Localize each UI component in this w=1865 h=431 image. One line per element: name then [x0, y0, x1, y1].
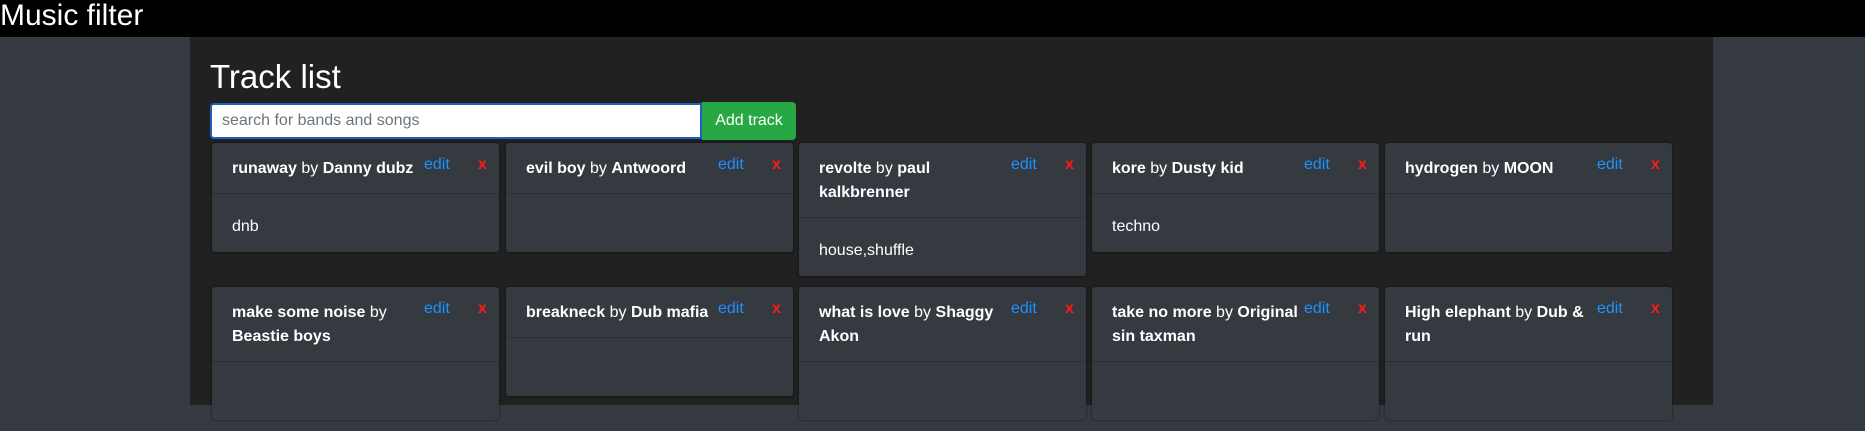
track-artist: MOON: [1503, 160, 1554, 177]
edit-link[interactable]: edit: [1597, 153, 1623, 177]
track-title: kore: [1112, 160, 1146, 177]
track-tags: dnb: [212, 193, 499, 252]
track-title: breakneck: [526, 304, 606, 321]
track-tags: [1092, 361, 1379, 420]
track-tags: house,shuffle: [799, 217, 1086, 276]
edit-link[interactable]: edit: [1011, 153, 1037, 177]
delete-button[interactable]: x: [1358, 297, 1367, 321]
page-title: Track list: [210, 58, 341, 95]
track-grid: runaway by Danny dubz edit x dnb evil bo…: [212, 143, 1672, 431]
track-card: evil boy by Antwoord edit x: [506, 143, 793, 252]
track-tags: [212, 361, 499, 420]
track-card: runaway by Danny dubz edit x dnb: [212, 143, 499, 252]
track-title: High elephant: [1405, 304, 1511, 321]
track-artist: Antwoord: [611, 160, 687, 177]
search-row: Add track: [210, 102, 796, 140]
track-header: kore by Dusty kid edit x: [1092, 143, 1379, 193]
by-word: by: [875, 160, 893, 177]
track-artist: Dub mafia: [630, 304, 709, 321]
track-header: revolte by paul kalkbrenner edit x: [799, 143, 1086, 217]
track-title: evil boy: [526, 160, 586, 177]
track-header: High elephant by Dub & run edit x: [1385, 287, 1672, 361]
edit-link[interactable]: edit: [1304, 153, 1330, 177]
by-word: by: [1216, 304, 1233, 321]
by-word: by: [1150, 160, 1168, 177]
track-list-panel: Track list Add track runaway by Danny du…: [190, 37, 1713, 420]
by-word: by: [609, 304, 627, 321]
delete-button[interactable]: x: [1065, 153, 1074, 177]
track-header: take no more by Original sin taxman edit…: [1092, 287, 1379, 361]
delete-button[interactable]: x: [1651, 297, 1660, 321]
by-word: by: [914, 304, 932, 321]
track-header: evil boy by Antwoord edit x: [506, 143, 793, 193]
track-row: make some noise by Beastie boys edit x b…: [212, 287, 1672, 431]
track-tags: techno: [1092, 193, 1379, 252]
edit-link[interactable]: edit: [424, 153, 450, 177]
delete-button[interactable]: x: [772, 297, 781, 321]
by-word: by: [369, 304, 387, 321]
track-row: runaway by Danny dubz edit x dnb evil bo…: [212, 143, 1672, 287]
search-input[interactable]: [210, 103, 702, 139]
track-title: make some noise: [232, 304, 366, 321]
track-header: make some noise by Beastie boys edit x: [212, 287, 499, 361]
track-header: hydrogen by MOON edit x: [1385, 143, 1672, 193]
by-word: by: [1515, 304, 1533, 321]
track-title: what is love: [819, 304, 910, 321]
edit-link[interactable]: edit: [1304, 297, 1330, 321]
track-title: hydrogen: [1405, 160, 1478, 177]
track-artist: Dusty kid: [1171, 160, 1244, 177]
track-card: revolte by paul kalkbrenner edit x house…: [799, 143, 1086, 276]
delete-button[interactable]: x: [478, 297, 487, 321]
delete-button[interactable]: x: [478, 153, 487, 177]
track-tags: [1385, 361, 1672, 420]
track-header: breakneck by Dub mafia edit x: [506, 287, 793, 337]
track-header: runaway by Danny dubz edit x: [212, 143, 499, 193]
by-word: by: [1482, 160, 1500, 177]
delete-button[interactable]: x: [1065, 297, 1074, 321]
track-title: take no more: [1112, 304, 1212, 321]
app-title: Music filter: [0, 0, 1865, 37]
edit-link[interactable]: edit: [1011, 297, 1037, 321]
edit-link[interactable]: edit: [718, 153, 744, 177]
delete-button[interactable]: x: [772, 153, 781, 177]
track-card: hydrogen by MOON edit x: [1385, 143, 1672, 252]
track-tags: [799, 361, 1086, 420]
track-tags: [506, 337, 793, 396]
add-track-button[interactable]: Add track: [702, 102, 796, 140]
track-artist: Beastie boys: [232, 328, 331, 345]
edit-link[interactable]: edit: [1597, 297, 1623, 321]
track-header: what is love by Shaggy Akon edit x: [799, 287, 1086, 361]
track-card: breakneck by Dub mafia edit x: [506, 287, 793, 396]
by-word: by: [301, 160, 319, 177]
track-tags: [506, 193, 793, 252]
edit-link[interactable]: edit: [424, 297, 450, 321]
track-card: kore by Dusty kid edit x techno: [1092, 143, 1379, 252]
track-title: runaway: [232, 160, 297, 177]
by-word: by: [590, 160, 607, 177]
delete-button[interactable]: x: [1358, 153, 1367, 177]
delete-button[interactable]: x: [1651, 153, 1660, 177]
edit-link[interactable]: edit: [718, 297, 744, 321]
track-artist: Danny dubz: [322, 160, 414, 177]
track-card: take no more by Original sin taxman edit…: [1092, 287, 1379, 420]
track-card: High elephant by Dub & run edit x: [1385, 287, 1672, 420]
track-tags: [1385, 193, 1672, 252]
track-title: revolte: [819, 160, 872, 177]
track-card: what is love by Shaggy Akon edit x: [799, 287, 1086, 420]
track-card: make some noise by Beastie boys edit x: [212, 287, 499, 420]
